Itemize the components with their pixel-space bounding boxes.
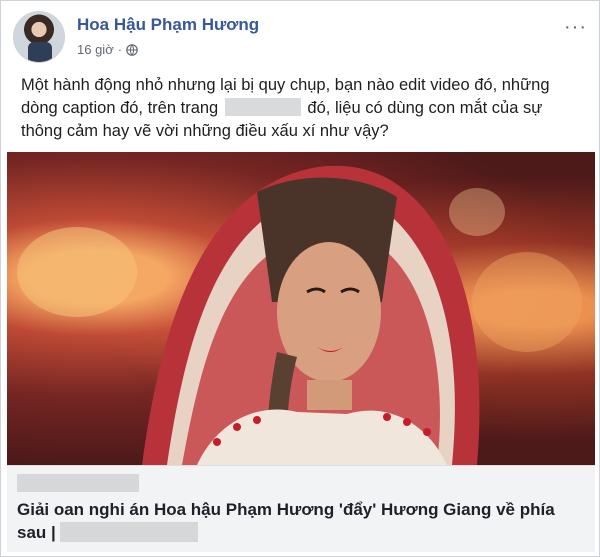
photo-illustration — [17, 165, 582, 465]
author-avatar[interactable] — [13, 11, 65, 63]
post-image[interactable] — [7, 152, 595, 465]
redacted-source-domain — [17, 474, 139, 492]
redacted-page-name — [224, 98, 301, 116]
link-preview[interactable]: Giải oan nghi án Hoa hậu Phạm Hương 'đẩy… — [7, 465, 595, 552]
post-header: Hoa Hậu Phạm Hương 16 giờ · ··· — [13, 11, 589, 63]
globe-icon[interactable] — [126, 43, 138, 56]
avatar-sash — [28, 42, 52, 62]
post-meta: 16 giờ · — [77, 42, 138, 57]
post-message: Một hành động nhỏ nhưng lại bị quy chụp,… — [21, 74, 586, 143]
meta-separator: · — [117, 42, 123, 57]
post-timestamp[interactable]: 16 giờ — [77, 42, 114, 57]
more-options-button[interactable]: ··· — [564, 17, 587, 37]
facebook-post-card: Hoa Hậu Phạm Hương 16 giờ · ··· Một hành… — [0, 0, 600, 557]
author-name[interactable]: Hoa Hậu Phạm Hương — [77, 15, 259, 35]
link-preview-title[interactable]: Giải oan nghi án Hoa hậu Phạm Hương 'đẩy… — [17, 498, 587, 544]
redacted-source-name — [59, 522, 198, 542]
